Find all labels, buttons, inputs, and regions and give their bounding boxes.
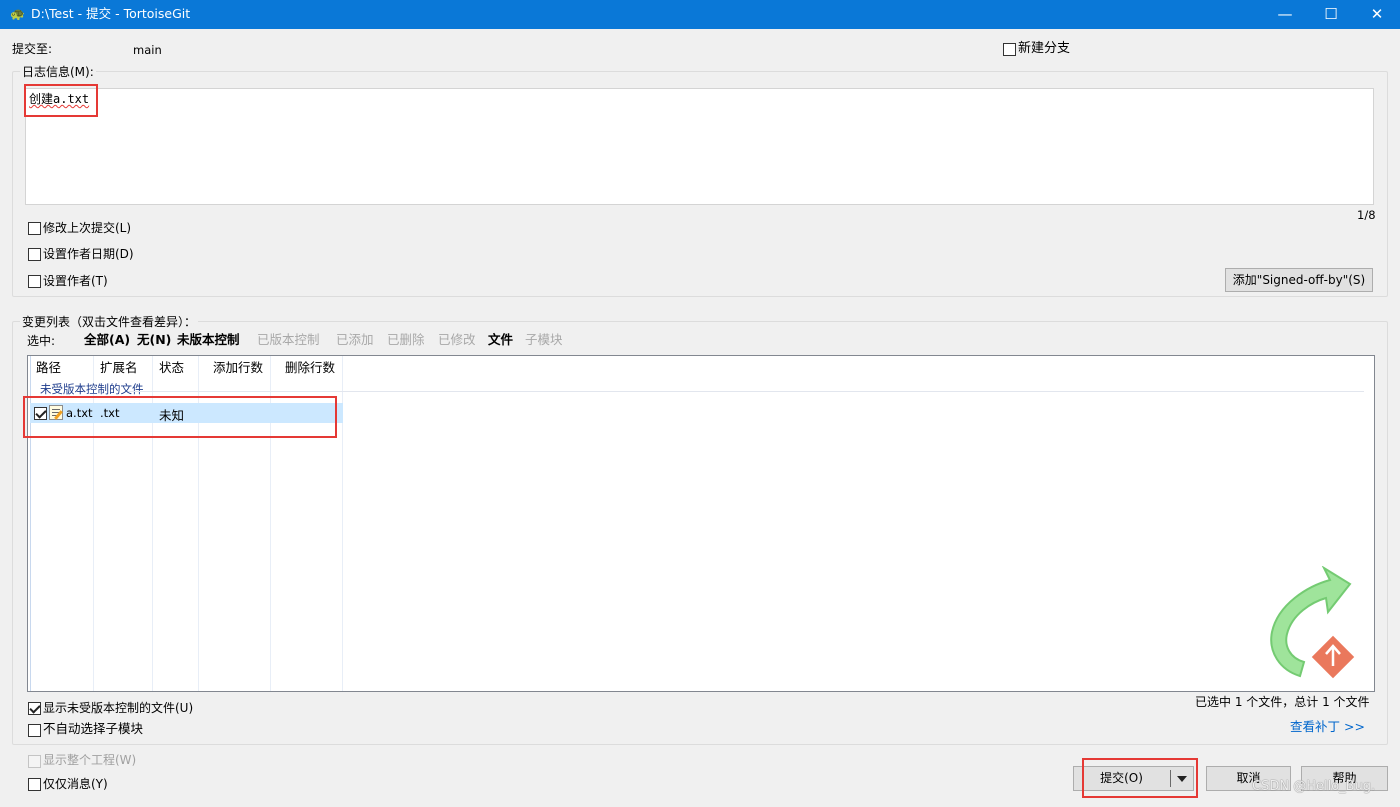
filter-versioned: 已版本控制 xyxy=(257,332,320,347)
dropdown-arrow-icon[interactable] xyxy=(1177,776,1187,782)
show-whole-project-label: 显示整个工程(W) xyxy=(43,753,137,767)
column-header-added-lines[interactable]: 添加行数 xyxy=(207,356,263,380)
filter-added: 已添加 xyxy=(336,332,374,347)
filter-all[interactable]: 全部(A) xyxy=(84,332,130,348)
filter-modified: 已修改 xyxy=(438,332,476,347)
message-char-counter: 1/8 xyxy=(1357,208,1376,222)
show-unversioned-label[interactable]: 显示未受版本控制的文件(U) xyxy=(43,700,193,716)
filter-deleted: 已删除 xyxy=(387,332,425,347)
message-only-checkbox[interactable] xyxy=(28,777,41,791)
filter-files[interactable]: 文件 xyxy=(488,332,513,348)
select-label: 选中: xyxy=(27,334,56,348)
filter-none[interactable]: 无(N) xyxy=(137,332,171,348)
log-message-group-label: 日志信息(M): xyxy=(20,64,96,80)
amend-checkbox[interactable] xyxy=(28,221,41,235)
set-author-date-checkbox[interactable] xyxy=(28,247,41,261)
table-row[interactable]: a.txt .txt 未知 xyxy=(30,403,343,423)
column-header-deleted-lines[interactable]: 删除行数 xyxy=(279,356,335,380)
maximize-button[interactable]: ☐ xyxy=(1308,0,1354,29)
set-author-date-label[interactable]: 设置作者日期(D) xyxy=(43,246,134,262)
new-branch-label[interactable]: 新建分支 xyxy=(1018,41,1070,57)
no-auto-submodule-checkbox[interactable] xyxy=(28,723,41,737)
close-button[interactable]: ✕ xyxy=(1354,0,1400,29)
log-message-editor[interactable]: 创建a.txt xyxy=(25,88,1374,205)
set-author-label[interactable]: 设置作者(T) xyxy=(43,273,108,289)
new-branch-checkbox[interactable] xyxy=(1003,42,1016,56)
commit-button[interactable]: 提交(O) xyxy=(1073,766,1194,791)
set-author-checkbox[interactable] xyxy=(28,274,41,288)
tortoisegit-logo xyxy=(1270,566,1355,679)
title-bar[interactable]: 🐢 D:\Test - 提交 - TortoiseGit — ☐ ✕ xyxy=(0,0,1400,29)
view-patch-link[interactable]: 查看补丁 >> xyxy=(1290,719,1365,735)
minimize-button[interactable]: — xyxy=(1262,0,1308,29)
column-header-extension[interactable]: 扩展名 xyxy=(94,356,138,380)
tortoise-icon: 🐢 xyxy=(10,7,25,21)
row-status: 未知 xyxy=(159,408,185,423)
branch-name: main xyxy=(133,43,162,57)
row-path: a.txt xyxy=(66,406,93,420)
row-checkbox[interactable] xyxy=(34,406,47,420)
amend-label[interactable]: 修改上次提交(L) xyxy=(43,220,131,236)
watermark: CSDN @Hello_Bug. xyxy=(1252,779,1376,794)
show-unversioned-checkbox[interactable] xyxy=(28,701,41,715)
column-header-path[interactable]: 路径 xyxy=(30,356,61,380)
add-signed-off-by-button[interactable]: 添加"Signed-off-by"(S) xyxy=(1225,268,1373,292)
file-list[interactable]: 路径 扩展名 状态 添加行数 删除行数 未受版本控制的文件 a.txt .txt… xyxy=(27,355,1375,692)
window-title: D:\Test - 提交 - TortoiseGit xyxy=(31,6,191,21)
group-header-unversioned: 未受版本控制的文件 xyxy=(40,382,144,396)
selection-summary: 已选中 1 个文件，总计 1 个文件 xyxy=(1195,695,1370,709)
text-file-icon xyxy=(49,405,63,420)
column-header-status[interactable]: 状态 xyxy=(153,356,184,380)
changes-group-label: 变更列表（双击文件查看差异）： xyxy=(20,314,199,330)
commit-to-label: 提交至: xyxy=(12,42,53,56)
commit-button-label: 提交(O) xyxy=(1100,771,1143,785)
row-extension: .txt xyxy=(100,406,120,420)
message-only-label[interactable]: 仅仅消息(Y) xyxy=(43,776,108,792)
filter-unversioned[interactable]: 未版本控制 xyxy=(177,332,240,348)
filter-submodules: 子模块 xyxy=(525,332,563,347)
log-message-text: 创建a.txt xyxy=(29,92,90,106)
show-whole-project-checkbox xyxy=(28,754,41,768)
no-auto-submodule-label[interactable]: 不自动选择子模块 xyxy=(43,721,143,737)
